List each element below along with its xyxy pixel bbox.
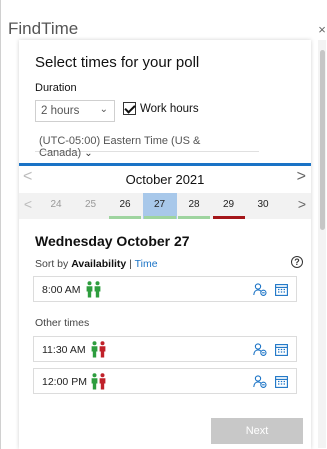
day-prev-button[interactable]: < [21,196,35,212]
day-cell[interactable]: 28 [177,193,211,219]
attendees-icon[interactable] [253,375,267,393]
title-bar: FindTime × [1,0,327,40]
selected-date-heading: Wednesday October 27 [35,233,190,249]
calendar-icon[interactable] [275,283,288,301]
other-times-label: Other times [35,317,90,329]
chevron-down-icon: ⌄ [84,148,93,159]
day-cell[interactable]: 27 [142,193,177,219]
app-title: FindTime [8,19,79,38]
time-slot[interactable]: 12:00 PM [33,368,297,394]
slot-time: 11:30 AM [42,344,86,356]
day-cell[interactable]: 25 [74,193,108,219]
sort-label: Sort by [35,258,69,270]
availability-bar [40,216,72,219]
day-cell[interactable]: 30 [246,193,280,219]
findtime-window: FindTime × Select times for your poll Du… [0,0,327,449]
day-number: 29 [222,199,235,210]
attendee-available-icon [91,341,98,363]
help-icon[interactable]: ? [291,256,303,268]
attendee-available-icon [91,373,98,395]
calendar-icon[interactable] [275,375,288,393]
attendee-available-icon [94,281,101,303]
poll-panel: Select times for your poll Duration 2 ho… [19,40,311,449]
slot-time: 8:00 AM [42,284,81,296]
month-label: October 2021 [125,172,205,187]
attendee-available-icon [86,281,93,303]
attendees-icon[interactable] [253,343,267,361]
availability-bar [74,216,107,219]
scrollbar-thumb[interactable] [320,50,325,230]
availability-bar [109,216,141,219]
day-next-button[interactable]: > [295,196,309,212]
month-navigator: < October 2021 > [19,166,311,190]
availability-bar [212,216,245,219]
day-number: 30 [257,199,269,210]
slot-time: 12:00 PM [42,376,87,388]
day-strip: < > 24 25 26 27 28 29 30 [19,193,311,219]
day-cell[interactable]: 29 [212,193,246,219]
chevron-down-icon: ⌄ [99,104,108,115]
work-hours-checkbox[interactable] [123,102,136,115]
sort-time-link[interactable]: Time [135,258,158,270]
timezone-select[interactable]: (UTC-05:00) Eastern Time (US & Canada) ⌄ [35,132,259,159]
day-number: 25 [84,199,97,210]
attendees-icon[interactable] [253,283,267,301]
day-number: 27 [153,199,166,210]
time-slot[interactable]: 11:30 AM [33,336,297,362]
day-number: 26 [119,199,131,210]
availability-bar [247,216,279,219]
day-number: 24 [50,199,62,210]
attendee-busy-icon [99,373,106,395]
duration-select[interactable]: 2 hours ⌄ [35,100,115,122]
month-next-button[interactable]: > [297,168,306,186]
availability-bar [178,216,210,219]
duration-label: Duration [35,82,77,94]
sort-controls: Sort by Availability | Time [35,258,158,270]
work-hours-toggle[interactable]: Work hours [123,102,199,115]
sort-availability[interactable]: Availability [71,258,126,270]
duration-value: 2 hours [41,105,80,117]
sort-separator: | [129,258,132,270]
page-heading: Select times for your poll [35,54,200,71]
attendee-busy-icon [99,341,106,363]
next-button[interactable]: Next [211,418,303,444]
time-slot[interactable]: 8:00 AM [33,276,297,302]
day-cell[interactable]: 26 [108,193,142,219]
availability-bar [143,216,176,219]
calendar-icon[interactable] [275,343,288,361]
day-cell[interactable]: 24 [39,193,73,219]
work-hours-label: Work hours [140,102,199,115]
timezone-value: (UTC-05:00) Eastern Time (US & Canada) [39,135,201,159]
close-icon[interactable]: × [316,22,327,37]
day-number: 28 [188,199,200,210]
